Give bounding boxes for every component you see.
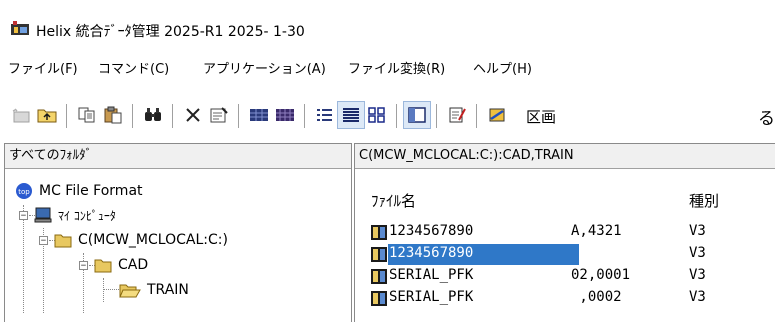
menu-help[interactable]: ヘルプ(H) — [473, 58, 532, 77]
find-button[interactable] — [140, 102, 166, 128]
toolbar: 区画 る — [0, 96, 775, 142]
file-row-selected[interactable]: 1234567890 ,4321 V3 — [371, 244, 775, 266]
file-type: V3 — [689, 267, 706, 283]
file-list-pane: C(MCW_MCLOCAL:C:):CAD,TRAIN ﾌｧｲﾙ名 種別 123… — [354, 143, 775, 322]
file-type: V3 — [689, 245, 706, 261]
delete-button[interactable] — [180, 102, 206, 128]
file-row[interactable]: SERIAL_PFK 02,0001 V3 — [371, 266, 775, 288]
document-pen-icon — [449, 107, 466, 123]
file-type: V3 — [689, 289, 706, 305]
tree-item-c-drive[interactable]: − C(MCW_MCLOCAL:C:) — [39, 228, 228, 252]
script-button[interactable] — [444, 102, 470, 128]
file-icon — [371, 247, 387, 262]
file-name: 1234567890 — [389, 223, 474, 239]
title-bar: Helix 統合ﾃﾞｰﾀ管理 2025-R1 2025- 1-30 — [0, 0, 775, 52]
delete-x-icon — [186, 108, 200, 122]
svg-text:top: top — [18, 188, 30, 196]
collapse-icon[interactable]: − — [19, 210, 28, 220]
toolbar-overflow-glyph: る — [758, 109, 775, 129]
view-large-button[interactable] — [246, 102, 272, 128]
tree-item-root[interactable]: top MC File Format — [15, 179, 143, 203]
file-type: V3 — [689, 223, 706, 239]
tree-item-label: TRAIN — [147, 282, 189, 298]
tree-item-my-computer[interactable]: − ﾏｲ ｺﾝﾋﾟｭｰﾀ — [19, 203, 116, 227]
collapse-icon[interactable]: − — [79, 260, 88, 270]
window-title: Helix 統合ﾃﾞｰﾀ管理 2025-R1 2025- 1-30 — [36, 24, 305, 40]
tree-item-label: C(MCW_MCLOCAL:C:) — [78, 232, 228, 248]
convert-button[interactable] — [484, 102, 510, 128]
menu-bar: ファイル(F) コマンド(C) アプリケーション(A) ファイル変換(R) ヘル… — [0, 58, 775, 80]
view-small-button[interactable] — [272, 102, 298, 128]
file-icon — [371, 225, 387, 240]
grid-dark-alt-icon — [276, 109, 294, 121]
icons-grid-icon — [368, 107, 385, 123]
copy-button[interactable] — [74, 102, 100, 128]
folder-tree-header: すべてのﾌｫﾙﾀﾞ — [5, 144, 351, 169]
file-icon — [371, 269, 387, 284]
folder-up-icon — [37, 109, 57, 123]
properties-button[interactable] — [206, 102, 232, 128]
grid-dark-icon — [250, 109, 268, 121]
disk-convert-icon — [489, 108, 505, 122]
copy-icon — [78, 107, 95, 123]
file-row[interactable]: 1234567890 A,4321 V3 — [371, 222, 775, 244]
pane-icon — [408, 107, 426, 123]
tree-item-cad[interactable]: − CAD — [79, 253, 148, 277]
file-name: SERIAL_PFK — [389, 289, 474, 305]
tree-item-label: MC File Format — [39, 183, 143, 199]
folder-tree-pane: すべてのﾌｫﾙﾀﾞ top MC File Format − ﾏｲ ｺﾝﾋﾟｭｰ… — [4, 143, 352, 322]
tree-item-label: ﾏｲ ｺﾝﾋﾟｭｰﾀ — [58, 208, 116, 223]
current-path: C(MCW_MCLOCAL:C:):CAD,TRAIN — [355, 144, 775, 169]
new-folder-button[interactable] — [8, 102, 34, 128]
tree-item-train[interactable]: TRAIN — [119, 278, 189, 302]
folder-open-icon — [119, 284, 141, 298]
column-header-type[interactable]: 種別 — [689, 190, 719, 211]
globe-icon: top — [16, 183, 32, 199]
partition-label[interactable]: 区画 — [526, 106, 556, 127]
file-attr: ,0002 — [571, 289, 622, 305]
binoculars-icon — [145, 108, 161, 121]
view-details-button[interactable] — [337, 101, 365, 129]
view-list-button[interactable] — [312, 102, 338, 128]
file-row[interactable]: SERIAL_PFK ,0002 V3 — [371, 288, 775, 310]
up-folder-button[interactable] — [34, 102, 60, 128]
menu-convert[interactable]: ファイル変換(R) — [348, 58, 445, 77]
view-icons-button[interactable] — [364, 102, 390, 128]
folder-icon — [94, 259, 112, 273]
menu-file[interactable]: ファイル(F) — [8, 58, 78, 77]
file-name: SERIAL_PFK — [389, 267, 474, 283]
folder-icon — [54, 234, 72, 248]
file-attr: 02,0001 — [571, 267, 631, 283]
paste-icon — [104, 106, 122, 124]
menu-application[interactable]: アプリケーション(A) — [203, 58, 326, 77]
column-header-name[interactable]: ﾌｧｲﾙ名 — [371, 190, 416, 211]
file-attr: A,4321 — [571, 223, 622, 239]
properties-icon — [210, 107, 228, 123]
menu-command[interactable]: コマンド(C) — [98, 58, 169, 77]
preview-pane-button[interactable] — [403, 101, 431, 129]
file-icon — [371, 291, 387, 306]
computer-icon — [34, 207, 52, 223]
app-icon — [11, 21, 29, 35]
collapse-icon[interactable]: − — [39, 235, 48, 245]
details-icon — [343, 108, 359, 122]
paste-button[interactable] — [100, 102, 126, 128]
list-icon — [317, 109, 332, 121]
file-attr: ,4321 — [571, 245, 622, 261]
sparkle-folder-icon — [12, 108, 30, 123]
file-name: 1234567890 — [389, 245, 474, 261]
tree-item-label: CAD — [118, 257, 149, 273]
